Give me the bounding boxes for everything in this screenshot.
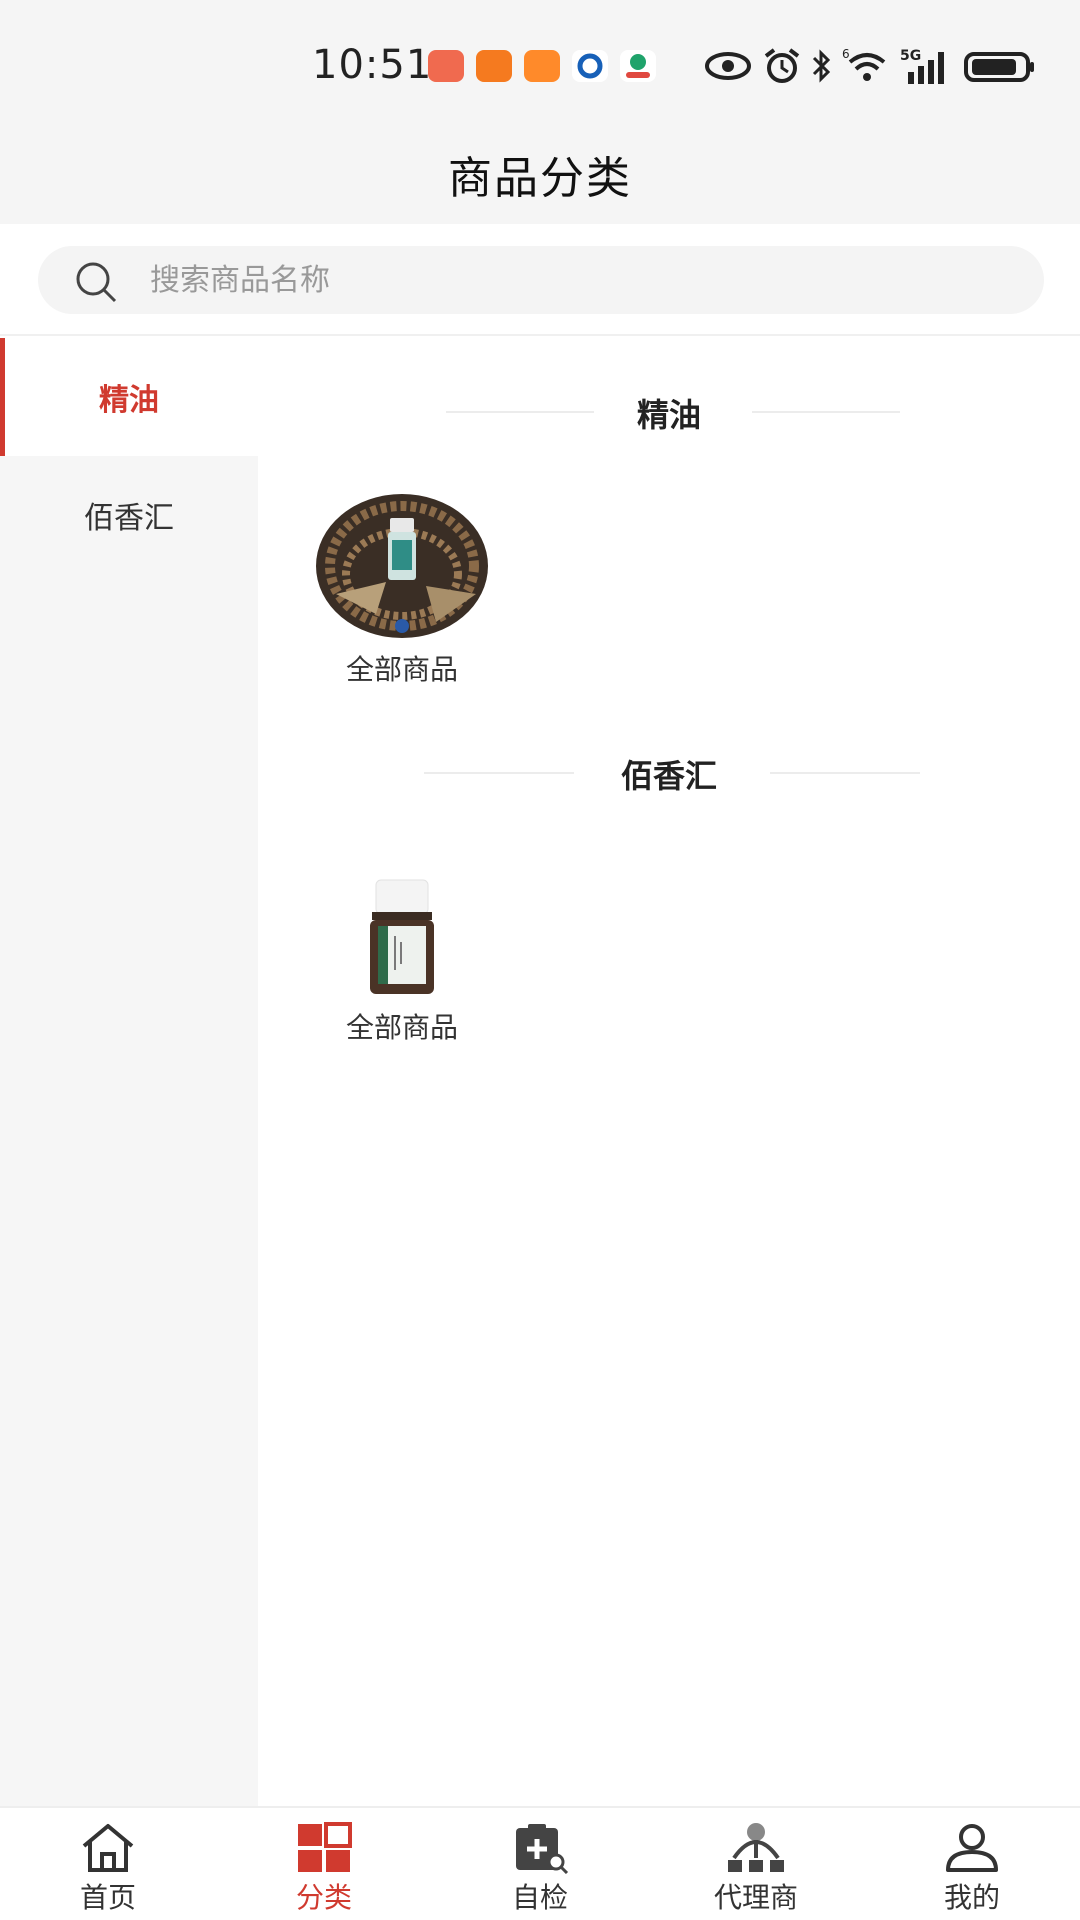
profile-icon xyxy=(946,1824,998,1872)
bank-icon xyxy=(572,50,608,82)
taobao-icon xyxy=(476,50,512,82)
sidebar-item-essential-oil[interactable]: 精油 xyxy=(0,338,258,456)
home-icon xyxy=(82,1824,134,1872)
status-bar: 10:51 6 5G xyxy=(0,0,1080,120)
bottom-tab-bar: 首页 分类 自检 代理商 我的 xyxy=(0,1806,1080,1920)
page-title: 商品分类 xyxy=(448,153,632,204)
category-icon xyxy=(298,1822,352,1872)
sidebar-item-label: 精油 xyxy=(99,383,159,418)
search-bar xyxy=(0,224,1080,336)
tab-category[interactable]: 分类 xyxy=(216,1808,432,1920)
category-content: 精油 全部商品 佰香汇 全部商品 xyxy=(258,338,1080,1806)
wifi-badge-label: 6 xyxy=(842,47,850,61)
product-item-all[interactable]: 全部商品 xyxy=(302,876,502,1076)
tab-label: 代理商 xyxy=(713,1881,798,1914)
agent-icon xyxy=(728,1823,784,1872)
tab-self-check[interactable]: 自检 xyxy=(432,1808,648,1920)
section-title: 精油 xyxy=(636,396,701,434)
taobao-flash-icon xyxy=(524,50,560,82)
status-time: 10:51 xyxy=(312,42,433,88)
eye-icon xyxy=(705,52,751,80)
mobile-carrier-icon xyxy=(620,50,656,82)
app-notification-icon xyxy=(428,50,464,82)
search-input[interactable] xyxy=(150,246,1010,314)
tab-label: 首页 xyxy=(79,1881,136,1914)
self-check-icon xyxy=(516,1824,569,1874)
wifi-icon: 6 xyxy=(842,47,886,81)
tab-label: 分类 xyxy=(295,1881,352,1914)
sidebar-item-label: 佰香汇 xyxy=(84,501,174,536)
signal-icon xyxy=(908,52,944,84)
product-item-all[interactable]: 全部商品 xyxy=(302,494,502,694)
bluetooth-icon xyxy=(812,49,831,83)
tab-label: 自检 xyxy=(511,1881,568,1914)
product-label: 全部商品 xyxy=(345,653,458,686)
product-image-essential-oil-beads xyxy=(316,494,488,638)
search-icon xyxy=(76,262,117,303)
tab-home[interactable]: 首页 xyxy=(0,1808,216,1920)
section-title: 佰香汇 xyxy=(620,757,717,795)
product-label: 全部商品 xyxy=(345,1011,458,1044)
product-image-essential-oil-bottle xyxy=(370,879,434,994)
tab-profile[interactable]: 我的 xyxy=(864,1808,1080,1920)
alarm-icon xyxy=(764,48,800,83)
sidebar-item-baixianghui[interactable]: 佰香汇 xyxy=(0,456,258,574)
category-sidebar: 精油 佰香汇 xyxy=(0,338,258,1806)
header: 商品分类 xyxy=(0,120,1080,224)
section-divider-right xyxy=(752,411,900,413)
battery-icon xyxy=(964,52,1034,82)
section-divider-right xyxy=(770,772,920,774)
tab-agent[interactable]: 代理商 xyxy=(648,1808,864,1920)
search-box[interactable] xyxy=(38,246,1044,314)
tab-label: 我的 xyxy=(943,1881,1000,1914)
